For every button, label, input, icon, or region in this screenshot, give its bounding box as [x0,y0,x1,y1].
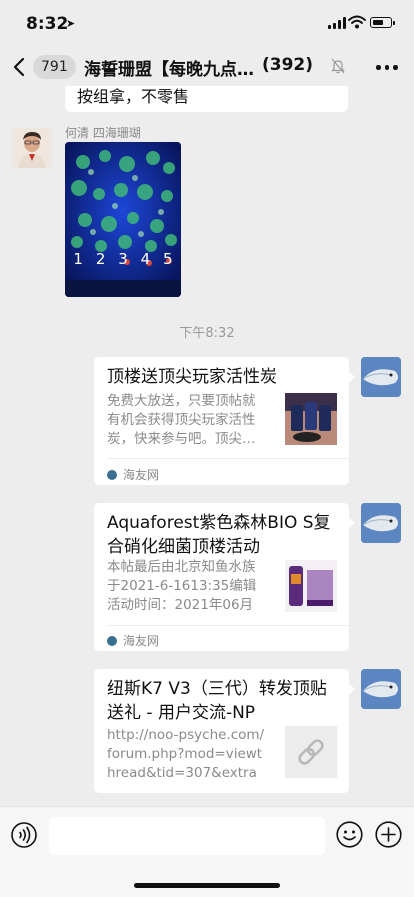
group-name: 海誓珊盟【每晚九点】… [84,60,262,80]
person-avatar-icon [12,128,52,168]
add-more-icon[interactable] [375,821,402,848]
message-timestamp: 下午8:32 [179,326,235,341]
link-card[interactable]: 纽斯K7 V3（三代）转发顶贴送礼 - 用户交流-NP http://noo-p… [94,669,355,793]
my-avatar[interactable] [361,669,401,709]
card-source: 海友网 [107,466,159,483]
link-icon [285,726,337,778]
photo-label: 5 [162,250,173,268]
card-description: 本帖最后由北京知鱼水族于2021-6-1613:35编辑活动时间：2021年06… [107,559,257,613]
card-description: http://noo-psyche.com/forum.php?mod=view… [107,727,265,781]
wifi-icon [348,15,366,29]
card-title: 纽斯K7 V3（三代）转发顶贴送礼 - 用户交流-NP [107,679,327,723]
cellular-signal-icon [328,17,346,29]
fish-avatar-icon [361,357,401,397]
sender-avatar[interactable] [12,128,52,168]
card-thumbnail [285,560,337,612]
sender-name: 何清 四海珊瑚 [65,126,141,140]
emoji-icon[interactable] [336,821,363,848]
link-card[interactable]: 顶楼送顶尖玩家活性炭 免费大放送，只要顶帖就有机会获得顶尖玩家活性炭，快来参与吧… [94,357,355,485]
message-bubble[interactable]: 按组拿，不零售 [65,86,348,112]
photo-label: 2 [95,250,106,268]
status-time: 8:32 [26,14,69,34]
coral-tank-image [65,142,181,297]
product-image [285,560,337,612]
card-title: Aquaforest紫色森林BIO S复合硝化细菌顶楼活动 [107,513,331,557]
unread-count-badge[interactable]: 791 [33,55,76,79]
source-logo-icon [107,470,117,480]
link-card[interactable]: Aquaforest紫色森林BIO S复合硝化细菌顶楼活动 本帖最后由北京知鱼水… [94,503,355,651]
photo-label: 4 [140,250,151,268]
chat-title: 海誓珊盟【每晚九点】… (392) [84,55,329,80]
card-thumbnail [285,726,337,778]
fish-avatar-icon [361,503,401,543]
member-count: (392) [262,55,314,75]
coral-photo[interactable]: 1 2 3 4 5 [65,142,181,297]
voice-input-icon[interactable] [11,822,37,848]
home-indicator [134,883,280,888]
source-name: 海友网 [123,634,160,648]
fish-avatar-icon [361,669,401,709]
mute-bell-icon [331,58,345,74]
product-image [285,393,337,445]
card-title: 顶楼送顶尖玩家活性炭 [107,367,277,387]
photo-label: 3 [118,250,128,268]
message-text: 按组拿，不零售 [77,87,190,106]
back-arrow-icon[interactable] [12,56,28,78]
my-avatar[interactable] [361,503,401,543]
location-arrow-icon: ➤ [66,17,76,30]
divider [107,458,349,459]
divider [107,625,349,626]
more-options-icon[interactable] [376,65,398,71]
battery-icon [370,17,395,28]
card-source: 海友网 [107,632,159,649]
photo-labels: 1 2 3 4 5 [67,250,179,268]
input-bar [0,806,414,897]
status-bar: 8:32 ➤ [0,0,414,46]
chat-header: 791 海誓珊盟【每晚九点】… (392) [0,46,414,88]
message-input[interactable] [49,817,325,855]
source-logo-icon [107,636,117,646]
photo-label: 1 [73,250,83,268]
card-description: 免费大放送，只要顶帖就有机会获得顶尖玩家活性炭，快来参与吧。顶尖… [107,393,256,447]
source-name: 海友网 [123,468,160,482]
card-thumbnail [285,393,337,445]
my-avatar[interactable] [361,357,401,397]
